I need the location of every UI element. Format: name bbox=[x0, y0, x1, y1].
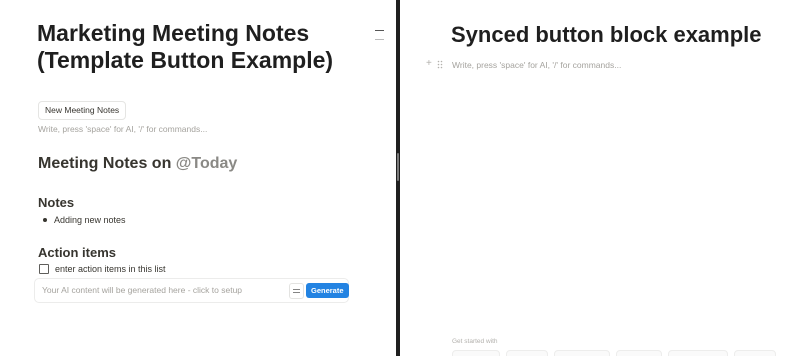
generate-button[interactable]: Generate bbox=[306, 283, 349, 298]
new-meeting-notes-button[interactable]: New Meeting Notes bbox=[38, 101, 127, 120]
list-item[interactable]: Adding new notes bbox=[43, 215, 126, 225]
todo-item-text[interactable]: enter action items in this list bbox=[55, 264, 166, 274]
get-started-chip[interactable] bbox=[554, 350, 610, 356]
todo-checkbox[interactable] bbox=[39, 264, 49, 274]
get-started-chip[interactable] bbox=[668, 350, 728, 356]
ai-settings-icon[interactable] bbox=[289, 283, 304, 299]
ai-block-placeholder[interactable]: Your AI content will be generated here -… bbox=[42, 285, 242, 295]
right-page-pane: Synced button block example + Write, pre… bbox=[400, 0, 800, 356]
date-mention[interactable]: @Today bbox=[176, 155, 238, 172]
get-started-chip[interactable] bbox=[506, 350, 548, 356]
get-started-chip[interactable] bbox=[452, 350, 500, 356]
right-page-title: Synced button block example bbox=[451, 22, 762, 47]
notes-heading: Notes bbox=[38, 195, 75, 210]
get-started-chip[interactable] bbox=[616, 350, 662, 356]
get-started-label: Get started with bbox=[452, 338, 498, 345]
meeting-heading-text: Meeting Notes on bbox=[38, 155, 176, 172]
list-item-text: Adding new notes bbox=[54, 215, 126, 225]
get-started-chip[interactable] bbox=[734, 350, 776, 356]
left-page-pane: Marketing Meeting Notes (Template Button… bbox=[0, 0, 396, 356]
page-title: Marketing Meeting Notes (Template Button… bbox=[37, 20, 334, 73]
empty-block-placeholder[interactable]: Write, press 'space' for AI, '/' for com… bbox=[38, 124, 207, 134]
resize-handle[interactable] bbox=[397, 153, 399, 181]
action-items-heading: Action items bbox=[38, 245, 117, 260]
todo-item: enter action items in this list bbox=[39, 264, 166, 274]
sliders-icon bbox=[293, 289, 300, 293]
add-block-icon[interactable]: + bbox=[426, 58, 432, 69]
empty-block-placeholder[interactable]: Write, press 'space' for AI, '/' for com… bbox=[452, 60, 621, 70]
ai-block[interactable]: Your AI content will be generated here -… bbox=[34, 278, 349, 303]
minimize-icon[interactable] bbox=[375, 27, 384, 41]
meeting-notes-heading: Meeting Notes on @Today bbox=[38, 155, 237, 173]
drag-handle-icon[interactable] bbox=[437, 60, 443, 69]
bullet-icon bbox=[43, 217, 47, 222]
